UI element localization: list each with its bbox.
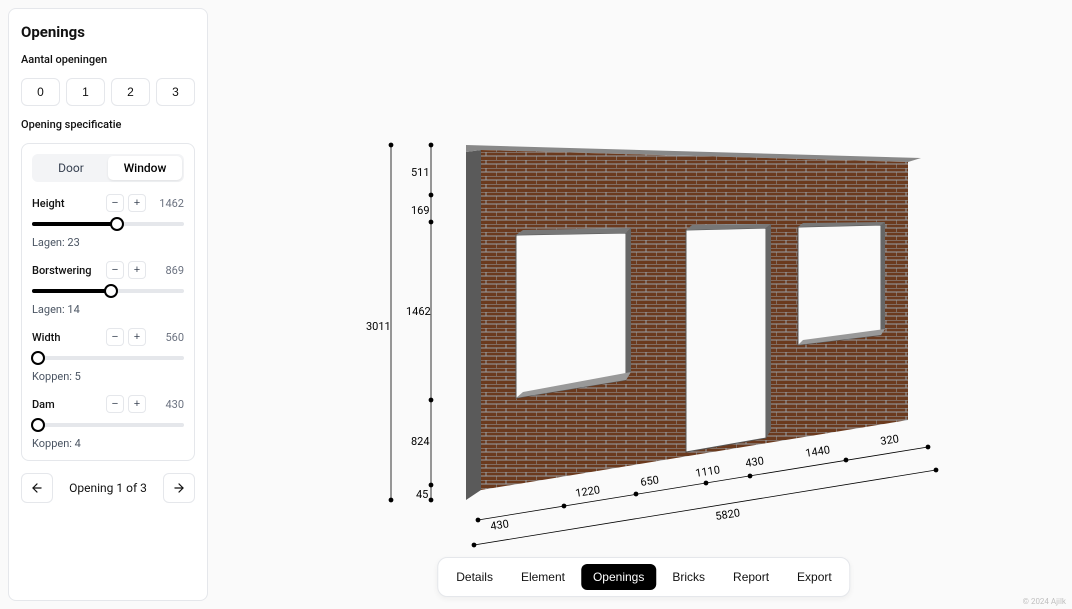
slider-height: Height − + 1462 Lagen: 23 — [32, 194, 184, 249]
tab-report[interactable]: Report — [721, 564, 781, 590]
count-label: Aantal openingen — [21, 53, 195, 66]
dim-5820: 5820 — [714, 506, 740, 523]
borstwering-plus-button[interactable]: + — [128, 261, 146, 279]
sidebar-panel: Openings Aantal openingen 0 1 2 3 Openin… — [8, 8, 208, 601]
count-option-2[interactable]: 2 — [111, 78, 150, 106]
width-sublabel: Koppen: 5 — [32, 370, 184, 383]
viewport-3d[interactable]: 3011 511 169 1462 824 45 5820 — [216, 0, 1072, 609]
next-opening-button[interactable] — [163, 473, 195, 503]
type-door[interactable]: Door — [34, 156, 108, 180]
dam-plus-button[interactable]: + — [128, 395, 146, 413]
width-minus-button[interactable]: − — [106, 328, 124, 346]
dim-1462: 1462 — [406, 305, 431, 318]
dim-169: 169 — [411, 204, 430, 217]
width-value: 560 — [150, 331, 184, 344]
tab-bricks[interactable]: Bricks — [660, 564, 717, 590]
slider-borstwering-label: Borstwering — [32, 264, 92, 277]
tab-openings[interactable]: Openings — [581, 564, 656, 590]
spec-card: Door Window Height − + 1462 — [21, 143, 195, 461]
dim-824: 824 — [411, 435, 430, 448]
slider-dam-label: Dam — [32, 398, 55, 411]
dim-1220: 1220 — [574, 483, 600, 500]
dam-minus-button[interactable]: − — [106, 395, 124, 413]
type-toggle: Door Window — [32, 154, 184, 182]
type-window[interactable]: Window — [108, 156, 182, 180]
borstwering-minus-button[interactable]: − — [106, 261, 124, 279]
dam-value: 430 — [150, 398, 184, 411]
prev-opening-button[interactable] — [21, 473, 53, 503]
borstwering-sublabel: Lagen: 14 — [32, 303, 184, 316]
count-option-1[interactable]: 1 — [66, 78, 105, 106]
borstwering-slider[interactable] — [32, 285, 184, 297]
slider-width-label: Width — [32, 331, 60, 344]
count-option-0[interactable]: 0 — [21, 78, 60, 106]
dim-1110: 1110 — [694, 463, 720, 480]
tab-details[interactable]: Details — [444, 564, 505, 590]
panel-title: Openings — [21, 23, 195, 41]
height-minus-button[interactable]: − — [106, 194, 124, 212]
dim-430a: 430 — [489, 517, 509, 533]
copyright-text: © 2024 Ajilk — [1023, 597, 1066, 606]
opening-nav-label: Opening 1 of 3 — [59, 481, 157, 495]
count-segment: 0 1 2 3 — [21, 78, 195, 106]
height-plus-button[interactable]: + — [128, 194, 146, 212]
dim-320: 320 — [879, 432, 899, 448]
slider-dam: Dam − + 430 Koppen: 4 — [32, 395, 184, 450]
count-option-3[interactable]: 3 — [156, 78, 195, 106]
dim-430b: 430 — [744, 454, 764, 470]
arrow-right-icon — [172, 481, 186, 495]
bottom-tabs: Details Element Openings Bricks Report E… — [437, 557, 850, 597]
tab-element[interactable]: Element — [509, 564, 577, 590]
tab-export[interactable]: Export — [785, 564, 844, 590]
width-plus-button[interactable]: + — [128, 328, 146, 346]
height-value: 1462 — [150, 197, 184, 210]
spec-label: Opening specificatie — [21, 118, 195, 131]
opening-nav: Opening 1 of 3 — [21, 473, 195, 503]
height-sublabel: Lagen: 23 — [32, 236, 184, 249]
dim-3011: 3011 — [366, 320, 391, 333]
dam-sublabel: Koppen: 4 — [32, 437, 184, 450]
slider-borstwering: Borstwering − + 869 Lagen: 14 — [32, 261, 184, 316]
dim-650: 650 — [639, 473, 659, 489]
height-slider[interactable] — [32, 218, 184, 230]
dim-1440: 1440 — [804, 443, 830, 460]
dim-45: 45 — [416, 488, 428, 501]
borstwering-value: 869 — [150, 264, 184, 277]
slider-width: Width − + 560 Koppen: 5 — [32, 328, 184, 383]
slider-height-label: Height — [32, 197, 65, 210]
dam-slider[interactable] — [32, 419, 184, 431]
width-slider[interactable] — [32, 352, 184, 364]
dim-511: 511 — [411, 166, 430, 179]
arrow-left-icon — [30, 481, 44, 495]
